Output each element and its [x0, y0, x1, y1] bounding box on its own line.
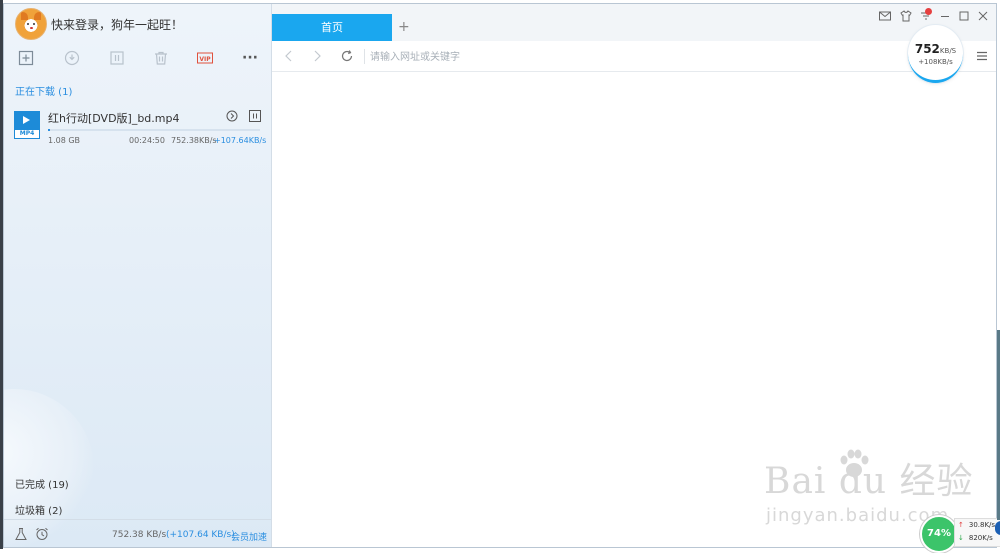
speed-unit: KB/S [939, 47, 957, 55]
download-panel: 快来登录，狗年一起旺！ VIP ··· 正在下载 (1) MP4 红h行动[DV… [4, 4, 272, 547]
net-speed: 30.8K/s 820K/s [954, 518, 1000, 547]
add-icon[interactable] [16, 48, 36, 68]
address-bar [272, 41, 996, 72]
file-size: 1.08 GB [48, 136, 81, 145]
pause-icon[interactable] [107, 48, 127, 68]
url-input[interactable] [368, 48, 892, 66]
accelerate-icon[interactable] [226, 110, 238, 122]
paw-icon [835, 445, 873, 483]
maximize-icon[interactable] [958, 10, 970, 22]
status-bar: 752.38 KB/s (+107.64 KB/s) 会员加速 [4, 519, 271, 547]
url-divider [364, 49, 365, 64]
new-tab-button[interactable]: + [398, 18, 410, 36]
mail-icon[interactable] [879, 10, 891, 22]
video-file-icon: MP4 [14, 111, 40, 139]
tray-icon[interactable] [995, 521, 1000, 535]
minimize-icon[interactable] [939, 10, 951, 22]
skin-icon[interactable] [900, 10, 912, 22]
pause-button[interactable] [249, 110, 261, 122]
back-icon[interactable] [282, 49, 296, 63]
download-speed: 752.38KB/s [171, 136, 217, 145]
speed-badge[interactable]: 752KB/S +108KB/s [908, 25, 963, 83]
vip-label: VIP [199, 56, 211, 63]
close-icon[interactable] [977, 10, 989, 22]
time-left: 00:24:50 [129, 136, 165, 145]
download-toolbar: VIP ··· [4, 46, 271, 70]
avatar[interactable] [15, 8, 47, 40]
vip-accelerate-link[interactable]: 会员加速 [231, 530, 267, 543]
forward-icon[interactable] [310, 49, 324, 63]
tab-home[interactable]: 首页 [272, 14, 392, 41]
login-prompt[interactable]: 快来登录，狗年一起旺！ [51, 16, 183, 33]
lab-icon[interactable] [14, 527, 28, 541]
total-speed: 752.38 KB/s [112, 530, 167, 540]
menu-icon[interactable] [975, 49, 989, 63]
section-completed[interactable]: 已完成 (19) [15, 476, 69, 491]
system-monitor[interactable]: 74% 30.8K/s 820K/s [920, 515, 1000, 553]
download-speed-sys: 820K/s [955, 532, 1000, 545]
file-ext-label: MP4 [15, 130, 39, 138]
section-downloading[interactable]: 正在下载 (1) [15, 83, 72, 98]
section-trash[interactable]: 垃圾箱 (2) [15, 502, 62, 517]
trash-icon[interactable] [151, 48, 171, 68]
usage-percent: 74% [920, 515, 958, 553]
total-accel: (+107.64 KB/s) [166, 530, 235, 540]
file-name: 红h行动[DVD版]_bd.mp4 [48, 112, 180, 125]
speed-value: 752 [914, 42, 940, 56]
vip-icon[interactable]: VIP [195, 48, 215, 68]
speed-accel: +108KB/s [918, 58, 953, 66]
alarm-clock-icon[interactable] [35, 527, 49, 541]
progress-fill [48, 129, 51, 131]
info-icon[interactable] [62, 48, 82, 68]
refresh-icon[interactable] [340, 49, 354, 63]
progress-bar [48, 129, 260, 131]
more-icon[interactable]: ··· [240, 48, 260, 68]
upload-speed: 30.8K/s [955, 519, 1000, 532]
notification-badge [925, 8, 932, 15]
accel-speed: +107.64KB/s [214, 136, 267, 145]
list-item[interactable]: MP4 红h行动[DVD版]_bd.mp4 1.08 GB 00:24:50 7… [14, 108, 267, 148]
